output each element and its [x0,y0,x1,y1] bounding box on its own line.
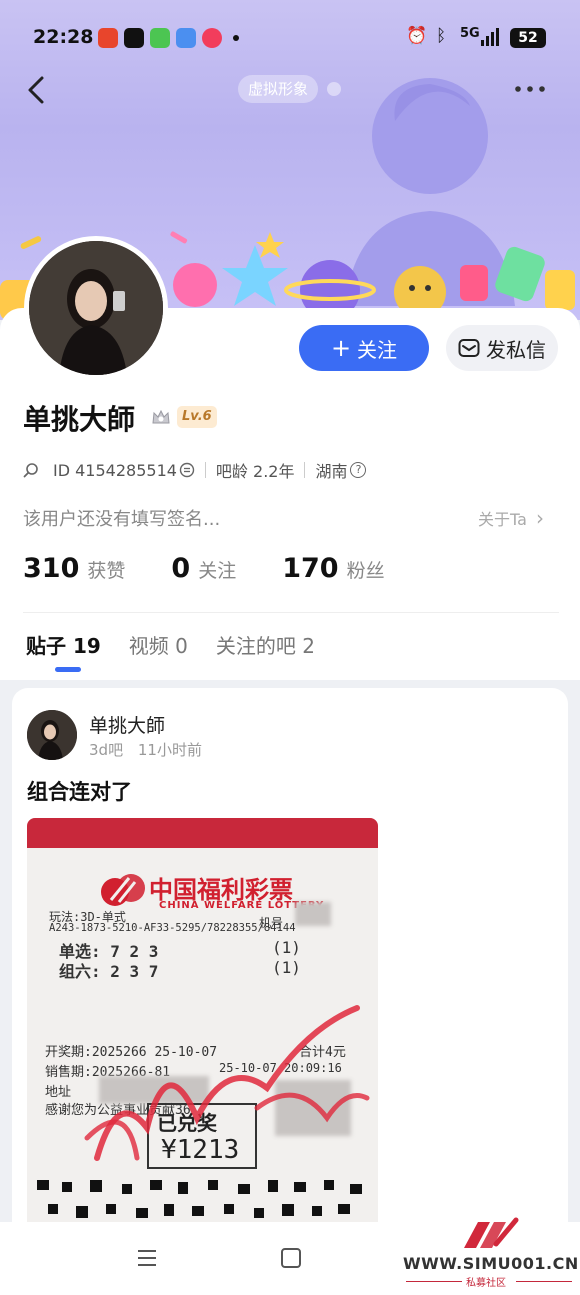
location: 湖南 [315,462,348,481]
chevron-right-icon: › [536,506,545,530]
user-id: ID 4154285514 [53,460,177,480]
divider [406,1281,462,1282]
follow-button-label: 关注 [357,337,398,362]
bluetooth-icon: ᛒ [436,26,447,46]
redacted-area [295,902,331,926]
follow-button[interactable]: + 关注 [299,325,429,371]
message-button-label: 发私信 [486,337,546,362]
tab-posts[interactable]: 贴子 19 [26,630,101,659]
tab-followed-forums[interactable]: 关注的吧 2 [216,630,315,659]
stat-value: 0 [171,553,191,584]
back-icon[interactable] [22,72,52,108]
profile-stats: 310 获赞 0 关注 170 粉丝 [23,553,385,584]
forum-age: 吧龄 2.2年 [215,462,295,481]
post-title: 组合连对了 [27,780,132,804]
ticket-serial: A243-1873-5210-AF33-5295/78228355/84144 [49,922,296,934]
profile-tabs: 贴子 19 视频 0 关注的吧 2 [26,630,315,659]
question-icon[interactable]: ? [350,462,367,478]
post-card[interactable]: 单挑大師 3d吧 11小时前 组合连对了 中国福利彩票 CHINA WELFAR… [12,688,568,1248]
avatar[interactable] [24,236,168,380]
menu-icon[interactable] [136,1247,158,1269]
post-author-name[interactable]: 单挑大師 [89,711,165,738]
about-link[interactable]: 关于Ta › [478,506,544,530]
welfare-lottery-logo-icon [101,874,145,906]
username: 单挑大師 [23,403,136,436]
ticket-single-mult: (1) [272,938,301,957]
avatar-photo [29,241,163,375]
ticket-red-edge [27,818,378,848]
more-icon[interactable] [512,80,548,98]
status-bar: 22:28 ⏰ ᛒ 5G 52 [0,0,580,76]
post-author-avatar[interactable] [27,710,77,760]
post-forum[interactable]: 3d吧 [89,741,123,759]
red-marker-scribble [84,1005,370,1161]
signature: 该用户还没有填写签名... [23,509,221,530]
battery-indicator: 52 [510,28,546,48]
avatar-photo [27,710,77,760]
virtual-avatar-dot [327,82,341,96]
profile-meta-row: ID 4154285514 吧龄 2.2年 湖南 ? [23,458,367,482]
mail-icon [458,339,480,357]
message-button[interactable]: 发私信 [446,325,558,371]
stat-likes[interactable]: 310 获赞 [23,553,125,584]
wechat-icon [150,28,170,48]
virtual-avatar-tag[interactable]: 虚拟形象 [238,75,319,103]
stat-label: 关注 [198,560,237,582]
search-icon [23,463,38,478]
divider [304,462,306,478]
stat-value: 310 [23,553,80,584]
network-indicator: 5G [460,26,480,41]
post-meta: 3d吧 11小时前 [89,739,202,760]
app-notification-icon [98,28,118,48]
stat-label: 粉丝 [346,560,385,582]
post-time: 11小时前 [137,741,202,759]
divider [516,1281,572,1282]
tab-active-indicator [55,667,81,672]
stat-following[interactable]: 0 关注 [171,553,236,584]
post-image[interactable]: 中国福利彩票 CHINA WELFARE LOTTERY 玩法:3D-单式 机号… [27,818,378,1248]
home-icon[interactable] [281,1248,301,1268]
divider [23,612,559,613]
copy-icon[interactable] [179,462,195,478]
more-notifications-dot [233,35,239,41]
watermark-site: WWW.SIMU001.CN [403,1254,579,1273]
status-time: 22:28 [33,26,94,48]
tiktok-icon [124,28,144,48]
divider [204,462,206,478]
stat-fans[interactable]: 170 粉丝 [282,553,384,584]
watermark-logo-icon [464,1217,519,1248]
plus-icon: + [330,334,352,362]
weather-icon [176,28,196,48]
stat-value: 170 [282,553,339,584]
video-app-icon [202,28,222,48]
watermark-subtitle: 私募社区 [466,1278,506,1289]
alarm-icon: ⏰ [406,26,428,46]
level-badge[interactable]: Lv.6 [177,406,217,428]
stat-label: 获赞 [87,560,126,582]
tab-videos[interactable]: 视频 0 [129,630,188,659]
signal-icon [481,28,499,46]
about-link-label: 关于Ta [478,510,527,529]
crown-icon [152,409,170,424]
